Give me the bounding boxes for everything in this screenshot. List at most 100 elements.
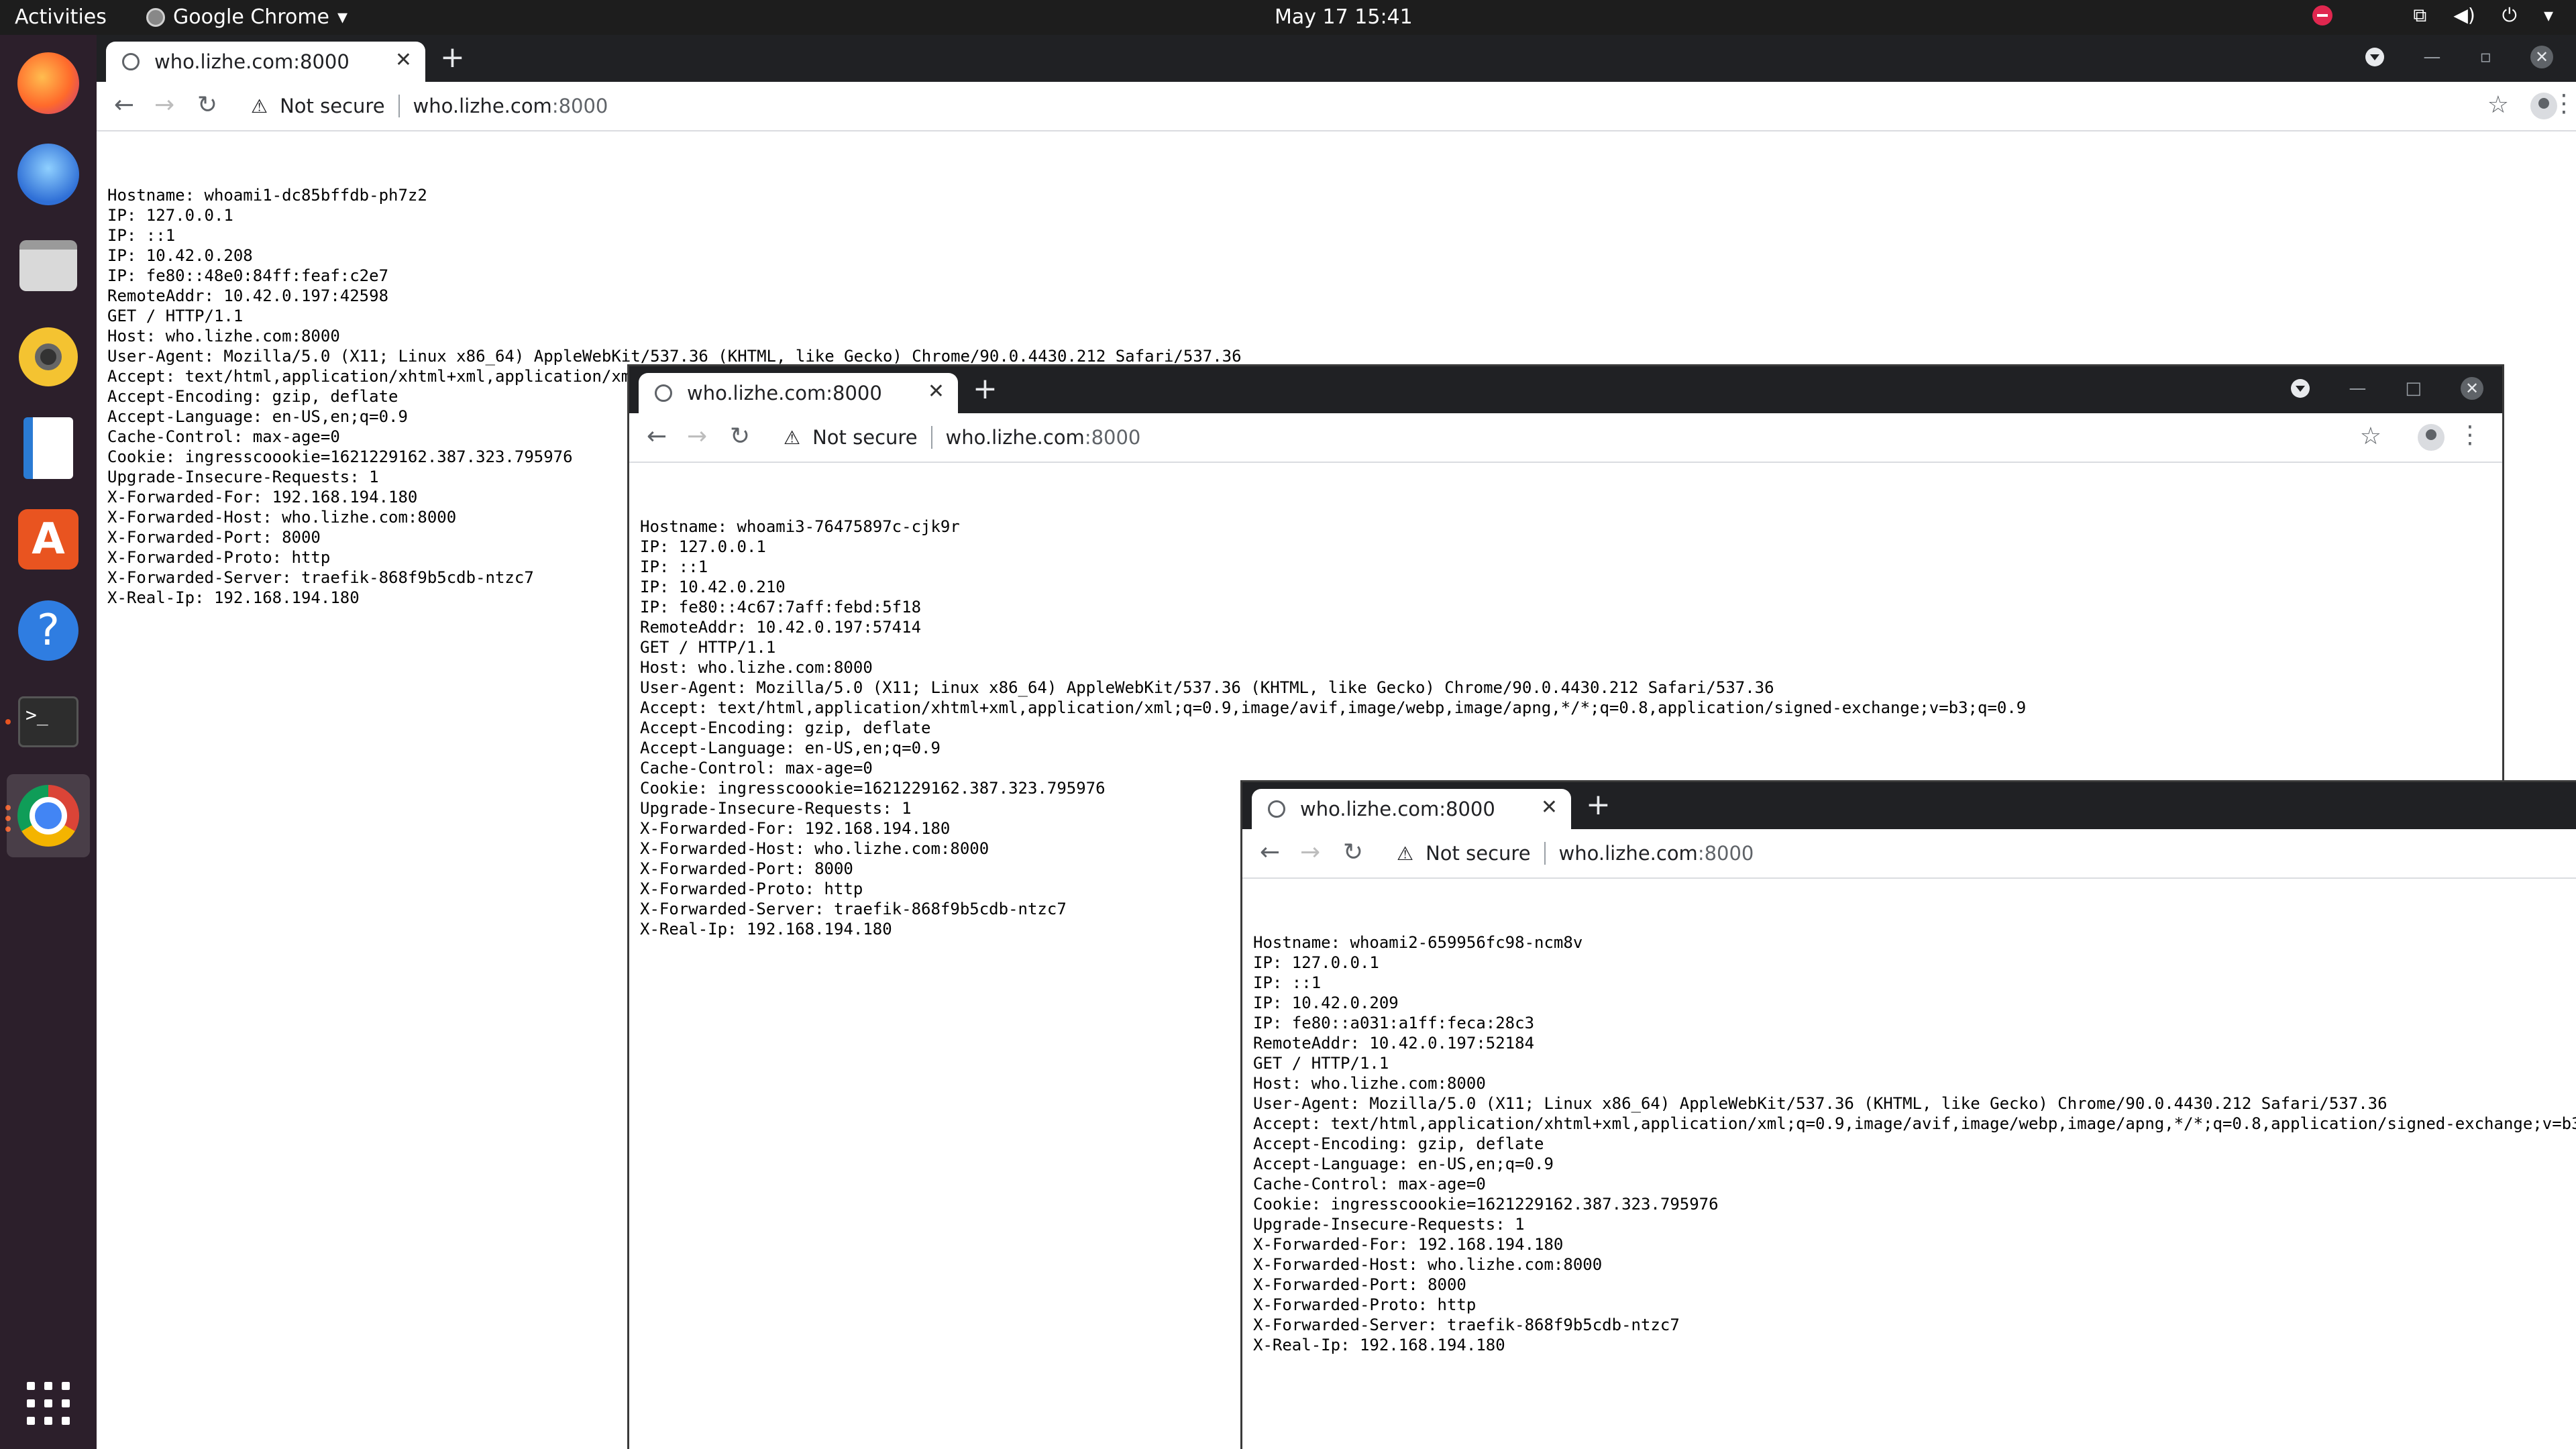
help-icon: ? [18, 600, 78, 661]
show-apps-icon [27, 1382, 70, 1425]
new-tab-button[interactable]: + [973, 374, 998, 404]
back-icon[interactable]: ← [114, 91, 134, 119]
window-close-icon[interactable]: ✕ [2530, 46, 2553, 68]
bookmark-star-icon[interactable]: ☆ [2487, 91, 2509, 119]
window-close-icon[interactable]: ✕ [2461, 377, 2483, 400]
system-tray[interactable]: ⧉ ◀) ⏻ ▾ [2312, 5, 2553, 25]
restore-icon[interactable]: ▫ [2479, 47, 2491, 67]
reload-icon[interactable]: ↻ [1343, 839, 1363, 866]
files-icon [19, 240, 77, 291]
toolbar: ← → ↻ ⚠ Not secure who.lizhe.com:8000 ☆ … [97, 82, 2576, 131]
clock[interactable]: May 17 15:41 [1275, 5, 1413, 29]
tab-who-lizhe[interactable]: who.lizhe.com:8000 ✕ [106, 42, 425, 82]
bookmark-star-icon[interactable]: ☆ [2360, 423, 2381, 450]
thunderbird-icon [17, 144, 79, 205]
dock-chrome[interactable] [7, 774, 90, 857]
tab-strip: who.lizhe.com:8000 ✕ + [1242, 782, 2576, 829]
tab-title: who.lizhe.com:8000 [687, 382, 882, 405]
forward-icon[interactable]: → [154, 91, 174, 119]
warning-icon[interactable]: ⚠ [251, 95, 268, 117]
top-bar: Activities Google Chrome ▾ May 17 15:41 … [0, 0, 2576, 35]
chrome-icon [17, 785, 79, 847]
terminal-icon: >_ [18, 696, 78, 747]
reload-icon[interactable]: ↻ [730, 423, 750, 450]
reload-icon[interactable]: ↻ [197, 91, 217, 119]
maximize-icon[interactable]: □ [2405, 378, 2422, 398]
security-label[interactable]: Not secure [812, 426, 917, 449]
dock-help[interactable]: ? [15, 597, 82, 664]
url-host[interactable]: who.lizhe.com [946, 426, 1085, 449]
writer-icon [23, 417, 73, 479]
back-icon[interactable]: ← [1260, 839, 1280, 866]
toolbar: ← → ↻ ⚠ Not secure who.lizhe.com:8000 [1242, 829, 2576, 879]
url-host[interactable]: who.lizhe.com [413, 95, 552, 117]
address-bar[interactable]: ⚠ Not secure who.lizhe.com:8000 [251, 89, 608, 123]
toolbar: ← → ↻ ⚠ Not secure who.lizhe.com:8000 ☆ … [629, 413, 2502, 463]
app-menu[interactable]: Google Chrome ▾ [146, 5, 347, 29]
address-bar[interactable]: ⚠ Not secure who.lizhe.com:8000 [1397, 836, 1754, 871]
profile-avatar[interactable] [2418, 424, 2445, 451]
window-controls: — □ ✕ [2291, 377, 2483, 400]
tab-strip: who.lizhe.com:8000 ✕ + — □ ✕ [629, 366, 2502, 413]
browser-window-3: who.lizhe.com:8000 ✕ + ← → ↻ ⚠ Not secur… [1242, 782, 2576, 1449]
chrome-small-icon [146, 7, 165, 27]
separator [1544, 842, 1546, 865]
minimize-icon[interactable]: — [2349, 378, 2366, 398]
page-content: Hostname: whoami2-659956fc98-ncm8v IP: 1… [1242, 879, 2576, 1449]
do-not-disturb-icon[interactable] [2312, 5, 2333, 25]
new-tab-button[interactable]: + [440, 43, 465, 72]
security-label[interactable]: Not secure [1426, 842, 1530, 865]
warning-icon[interactable]: ⚠ [784, 427, 800, 449]
dock: A ? >_ [0, 35, 97, 1449]
close-icon[interactable]: ✕ [395, 48, 412, 72]
tab-who-lizhe[interactable]: who.lizhe.com:8000 ✕ [1252, 789, 1571, 829]
window-controls: — ▫ ✕ [2365, 46, 2553, 68]
dock-rhythmbox[interactable] [15, 323, 82, 390]
tab-strip: who.lizhe.com:8000 ✕ + — ▫ ✕ [97, 35, 2576, 82]
url-port[interactable]: :8000 [1085, 426, 1141, 449]
minimize-icon[interactable]: — [2423, 47, 2440, 67]
tab-search-icon[interactable] [2365, 48, 2385, 66]
activities-button[interactable]: Activities [15, 5, 107, 29]
dock-firefox[interactable] [15, 50, 82, 117]
tab-search-icon[interactable] [2291, 379, 2310, 398]
dock-terminal[interactable]: >_ [15, 688, 82, 755]
globe-icon [1268, 800, 1285, 818]
forward-icon[interactable]: → [1300, 839, 1320, 866]
app-menu-label: Google Chrome [173, 5, 329, 29]
dock-software[interactable]: A [15, 506, 82, 573]
address-bar[interactable]: ⚠ Not secure who.lizhe.com:8000 [784, 420, 1140, 455]
back-icon[interactable]: ← [647, 423, 667, 450]
power-icon[interactable]: ⏻ [2502, 5, 2517, 25]
whoami-output: Hostname: whoami2-659956fc98-ncm8v IP: 1… [1253, 933, 2576, 1354]
volume-icon[interactable]: ◀) [2453, 5, 2475, 25]
url-port[interactable]: :8000 [1698, 842, 1754, 865]
close-icon[interactable]: ✕ [928, 380, 945, 403]
tab-title: who.lizhe.com:8000 [1300, 798, 1495, 820]
tab-who-lizhe[interactable]: who.lizhe.com:8000 ✕ [639, 373, 958, 413]
forward-icon[interactable]: → [687, 423, 707, 450]
menu-kebab-icon[interactable]: ⋮ [2458, 421, 2482, 449]
dock-writer[interactable] [15, 415, 82, 482]
rhythmbox-icon [19, 327, 78, 386]
dock-thunderbird[interactable] [15, 141, 82, 208]
firefox-icon [17, 52, 79, 114]
separator [398, 95, 400, 117]
chevron-down-icon: ▾ [337, 5, 348, 29]
globe-icon [122, 53, 140, 70]
chevron-down-icon[interactable]: ▾ [2544, 5, 2553, 25]
dock-show-apps[interactable] [15, 1370, 82, 1437]
url-host[interactable]: who.lizhe.com [1559, 842, 1698, 865]
new-tab-button[interactable]: + [1586, 790, 1611, 820]
warning-icon[interactable]: ⚠ [1397, 843, 1413, 865]
close-icon[interactable]: ✕ [1541, 796, 1558, 819]
software-icon: A [18, 509, 78, 570]
url-port[interactable]: :8000 [552, 95, 608, 117]
network-icon[interactable]: ⧉ [2413, 5, 2426, 25]
terminal-running-indicator [5, 719, 11, 724]
tab-title: who.lizhe.com:8000 [154, 50, 350, 73]
separator [930, 426, 932, 449]
dock-files[interactable] [15, 232, 82, 299]
security-label[interactable]: Not secure [280, 95, 384, 117]
menu-kebab-icon[interactable]: ⋮ [2552, 90, 2576, 117]
